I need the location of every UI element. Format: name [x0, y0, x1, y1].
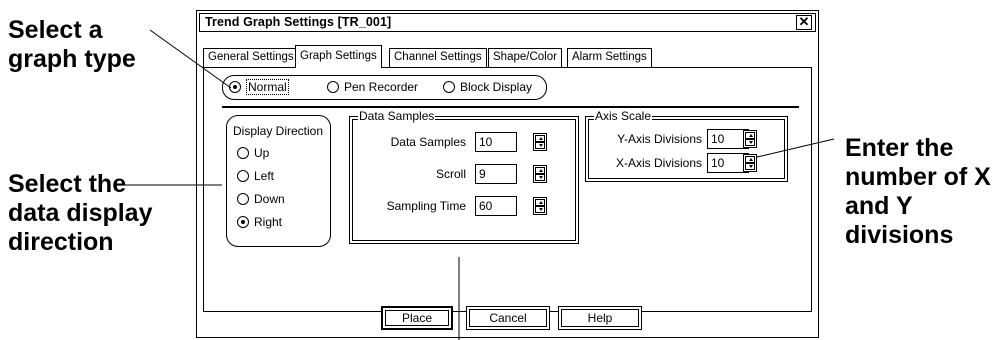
- radio-left[interactable]: Left: [237, 169, 274, 184]
- display-direction-title: Display Direction: [233, 124, 324, 138]
- help-button[interactable]: Help: [558, 306, 642, 330]
- x-axis-divisions-label: X-Axis Divisions: [615, 156, 702, 170]
- radio-label: Pen Recorder: [344, 80, 419, 94]
- radio-icon: [443, 81, 455, 93]
- title-bar: Trend Graph Settings [TR_001] ✕: [199, 13, 816, 32]
- radio-icon: [237, 216, 249, 228]
- tab-channel-settings[interactable]: Channel Settings: [389, 48, 487, 67]
- separator: [222, 106, 799, 108]
- callout-line: and Y: [845, 192, 913, 220]
- place-button[interactable]: Place: [381, 306, 453, 330]
- spinner-icon[interactable]: [743, 130, 757, 148]
- trend-graph-settings-dialog: Trend Graph Settings [TR_001] ✕ General …: [196, 10, 819, 338]
- radio-label: Right: [254, 215, 283, 229]
- dialog-title: Trend Graph Settings [TR_001]: [205, 15, 392, 29]
- radio-normal[interactable]: Normal: [229, 79, 289, 95]
- radio-label: Left: [254, 169, 275, 183]
- radio-pen-recorder[interactable]: Pen Recorder: [327, 80, 418, 95]
- sampling-time-label: Sampling Time: [386, 199, 466, 213]
- callout-line: direction: [8, 228, 114, 256]
- scroll-label: Scroll: [435, 167, 466, 181]
- spinner-icon[interactable]: [533, 197, 547, 215]
- radio-label: Down: [254, 192, 285, 206]
- close-icon[interactable]: ✕: [796, 15, 812, 30]
- axis-scale-title: Axis Scale: [594, 109, 653, 123]
- y-axis-divisions-label: Y-Axis Divisions: [617, 132, 702, 146]
- callout-line: Select the: [8, 170, 127, 198]
- axis-scale-group: Axis Scale Y-Axis Divisions 10 X-Axis Di…: [585, 109, 788, 182]
- tab-general-settings[interactable]: General Settings: [203, 48, 299, 67]
- radio-right[interactable]: Right: [237, 215, 282, 230]
- callout-divisions: Enter the number of X and Y divisions: [845, 134, 991, 250]
- data-samples-title: Data Samples: [358, 109, 436, 123]
- callout-line: Enter the: [845, 134, 954, 162]
- scroll-field[interactable]: 9: [475, 164, 517, 184]
- tab-alarm-settings[interactable]: Alarm Settings: [567, 48, 652, 67]
- tab-shape-color[interactable]: Shape/Color: [488, 48, 562, 67]
- radio-icon: [237, 147, 249, 159]
- cancel-button[interactable]: Cancel: [466, 306, 550, 330]
- callout-line: graph type: [8, 45, 136, 73]
- radio-label: Up: [254, 146, 270, 160]
- radio-block-display[interactable]: Block Display: [443, 80, 532, 95]
- data-samples-group: Data Samples Data Samples 10 Scroll 9 Sa…: [349, 109, 579, 244]
- radio-label: Normal: [246, 79, 289, 95]
- radio-icon: [237, 170, 249, 182]
- callout-line: number of X: [845, 163, 991, 191]
- sampling-time-field[interactable]: 60: [475, 196, 517, 216]
- radio-icon: [237, 193, 249, 205]
- radio-down[interactable]: Down: [237, 192, 285, 207]
- tab-graph-settings[interactable]: Graph Settings: [295, 45, 382, 68]
- data-samples-field[interactable]: 10: [475, 132, 517, 152]
- graph-type-group: Normal Pen Recorder Block Display: [222, 75, 547, 100]
- graph-settings-panel: Normal Pen Recorder Block Display Displa…: [203, 67, 812, 312]
- display-direction-group: Display Direction Up Left Down Right: [226, 115, 331, 247]
- callout-graph-type: Select a graph type: [8, 16, 136, 74]
- callout-line: data display: [8, 199, 153, 227]
- radio-label: Block Display: [460, 80, 533, 94]
- callout-line: divisions: [845, 221, 954, 249]
- spinner-icon[interactable]: [533, 165, 547, 183]
- radio-up[interactable]: Up: [237, 146, 269, 161]
- spinner-icon[interactable]: [533, 133, 547, 151]
- callout-line: Select a: [8, 16, 103, 44]
- radio-icon: [229, 81, 241, 93]
- radio-icon: [327, 81, 339, 93]
- callout-direction: Select the data display direction: [8, 170, 153, 257]
- data-samples-label: Data Samples: [390, 135, 466, 149]
- spinner-icon[interactable]: [743, 154, 757, 172]
